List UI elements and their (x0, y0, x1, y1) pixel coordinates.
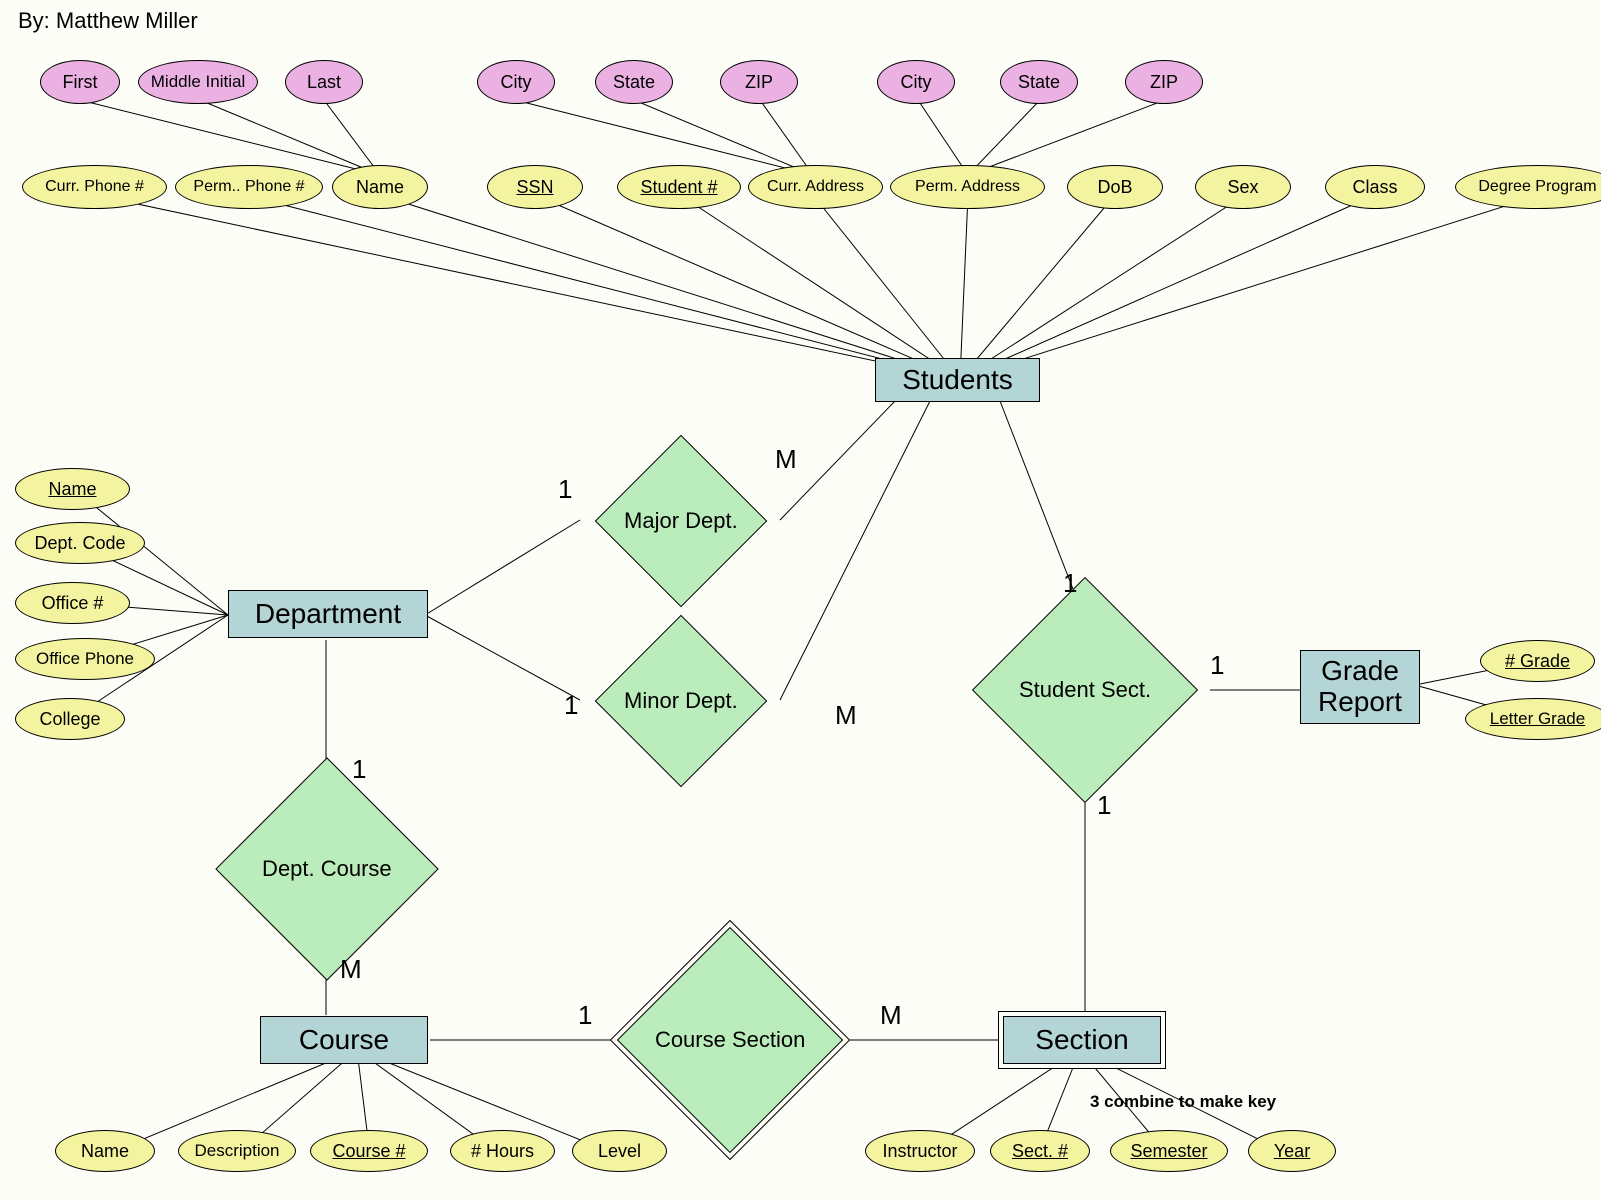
section-key-note: 3 combine to make key (1090, 1092, 1276, 1112)
attr-course-num: Course # (310, 1130, 428, 1172)
attr-permaddr-state: State (1000, 60, 1078, 104)
attr-curraddr-state: State (595, 60, 673, 104)
card-studsect-stud: 1 (1063, 568, 1077, 599)
attr-course-hours: # Hours (450, 1130, 555, 1172)
attr-dob: DoB (1067, 165, 1163, 209)
attr-dept-office: Office # (15, 582, 130, 624)
attr-ssn: SSN (487, 165, 583, 209)
entity-grade-report: Grade Report (1300, 650, 1420, 724)
attr-course-level: Level (572, 1130, 667, 1172)
attr-curraddr-zip: ZIP (720, 60, 798, 104)
attr-section-num: Sect. # (990, 1130, 1090, 1172)
attr-course-name: Name (55, 1130, 155, 1172)
card-deptcourse-dept: 1 (352, 754, 366, 785)
author-label: By: Matthew Miller (18, 8, 198, 34)
attr-perm-address: Perm. Address (890, 165, 1045, 209)
attr-curr-address: Curr. Address (748, 165, 883, 209)
entity-students: Students (875, 358, 1040, 402)
attr-section-semester: Semester (1110, 1130, 1228, 1172)
card-studsect-grade: 1 (1210, 650, 1224, 681)
card-coursesect-course: 1 (578, 1000, 592, 1031)
card-major-stud: M (775, 444, 797, 475)
card-minor-dept: 1 (564, 690, 578, 721)
attr-course-desc: Description (178, 1130, 296, 1172)
attr-dept-code: Dept. Code (15, 522, 145, 564)
attr-perm-phone: Perm.. Phone # (175, 165, 323, 209)
card-studsect-sect: 1 (1097, 790, 1111, 821)
attr-name-last: Last (285, 60, 363, 104)
attr-dept-name: Name (15, 468, 130, 510)
attr-student-name: Name (332, 165, 428, 209)
attr-curr-phone: Curr. Phone # (22, 165, 167, 209)
attr-permaddr-zip: ZIP (1125, 60, 1203, 104)
attr-section-instructor: Instructor (865, 1130, 975, 1172)
attr-class: Class (1325, 165, 1425, 209)
entity-department: Department (228, 590, 428, 638)
card-major-dept: 1 (558, 474, 572, 505)
attr-dept-college: College (15, 698, 125, 740)
attr-name-first: First (40, 60, 120, 104)
attr-name-middle: Middle Initial (138, 60, 258, 104)
attr-student-num: Student # (617, 165, 741, 209)
attr-dept-phone: Office Phone (15, 638, 155, 680)
entity-course: Course (260, 1016, 428, 1064)
attr-num-grade: # Grade (1480, 640, 1595, 682)
card-coursesect-sect: M (880, 1000, 902, 1031)
card-deptcourse-course: M (340, 954, 362, 985)
entity-section: Section (1003, 1016, 1161, 1064)
attr-sex: Sex (1195, 165, 1291, 209)
attr-curraddr-city: City (477, 60, 555, 104)
attr-permaddr-city: City (877, 60, 955, 104)
card-minor-stud: M (835, 700, 857, 731)
attr-letter-grade: Letter Grade (1465, 698, 1601, 740)
attr-section-year: Year (1248, 1130, 1336, 1172)
